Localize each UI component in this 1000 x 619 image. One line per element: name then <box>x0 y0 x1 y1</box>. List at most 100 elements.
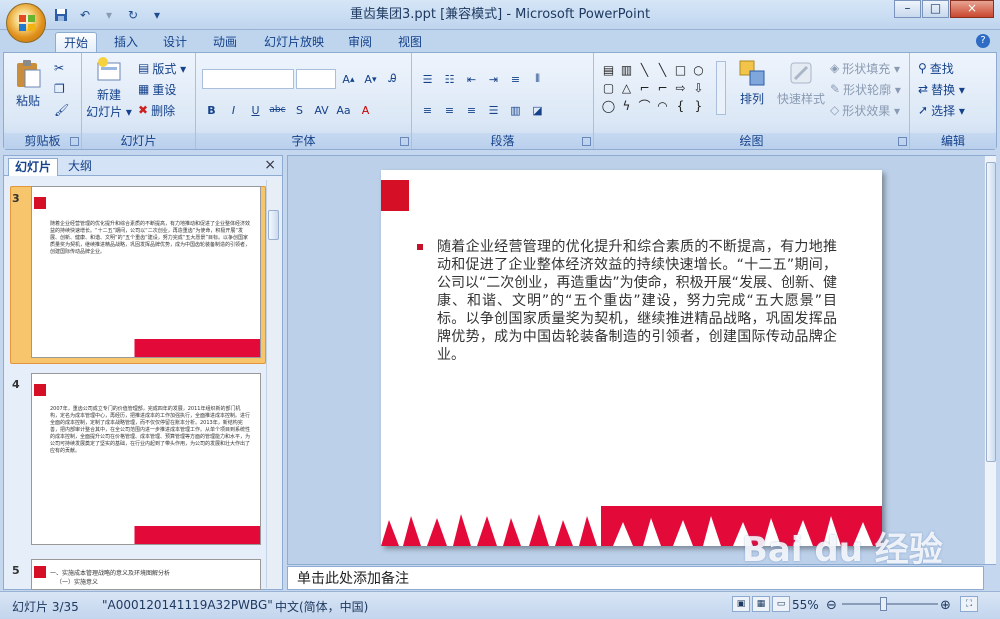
slide-thumbnail[interactable]: 随着企业经营管理的优化提升和综合素质的不断提高，有力地推动和促进了企业整体经济效… <box>31 186 261 358</box>
find-button[interactable]: ⚲ 查找 <box>918 59 954 77</box>
numbering-icon[interactable]: ☷ <box>440 70 459 89</box>
grow-font-icon[interactable]: A ▴ <box>339 70 358 89</box>
font-size-box[interactable] <box>296 69 336 89</box>
shapes-scroll[interactable] <box>716 61 726 115</box>
save-icon[interactable] <box>52 6 70 24</box>
slide-body-text[interactable]: 随着企业经营管理的优化提升和综合素质的不断提高，有力地推动和促进了企业整体经济效… <box>437 238 837 364</box>
arrange-button[interactable]: 排列 <box>732 59 772 107</box>
lightning-shape-icon[interactable]: ϟ <box>619 98 634 113</box>
scroll-thumb[interactable] <box>268 210 279 240</box>
redo-icon[interactable]: ↻ <box>124 6 142 24</box>
right-arrow-shape-icon[interactable]: ⇨ <box>673 80 688 95</box>
shadow-icon[interactable]: S <box>290 101 309 120</box>
shapes-gallery[interactable]: ▤ ▥ ╲ ╲ □ ○ ▢ △ ⌐ ⌐ ⇨ ⇩ ◯ ϟ ⌒ ◠ { } <box>601 62 709 114</box>
normal-view-icon[interactable]: ▣ <box>732 596 750 612</box>
smartart-icon[interactable]: ◪ <box>528 101 547 120</box>
tab-insert[interactable]: 插入 <box>106 32 146 52</box>
fit-to-window-icon[interactable]: ⛶ <box>960 596 978 612</box>
increase-indent-icon[interactable]: ⇥ <box>484 70 503 89</box>
help-icon[interactable]: ? <box>976 34 990 48</box>
line-spacing-icon[interactable]: ≡ <box>506 70 525 89</box>
cut-button[interactable]: ✂ <box>54 59 64 77</box>
shape-effects-button[interactable]: ◇ 形状效果 ▾ <box>830 101 900 119</box>
close-button[interactable]: × <box>950 0 994 18</box>
quick-styles-button[interactable]: 快速样式 <box>774 59 828 107</box>
font-color-icon[interactable]: A <box>356 101 375 120</box>
oval2-shape-icon[interactable]: ◯ <box>601 98 616 113</box>
font-name-box[interactable] <box>202 69 294 89</box>
align-center-icon[interactable]: ≡ <box>440 101 459 120</box>
slide-thumbnail[interactable]: 一、实施成本管理战略的意义及环境图解分析 （一）实施意义 <box>31 559 261 590</box>
clear-format-icon[interactable]: Ꭿ <box>383 70 402 89</box>
line-shape-icon[interactable]: ╲ <box>637 62 652 77</box>
zoom-slider-thumb[interactable] <box>880 597 887 611</box>
paste-button[interactable]: 粘贴 <box>10 59 46 109</box>
text-direction-icon[interactable]: ⫴ <box>528 70 547 89</box>
elbow2-shape-icon[interactable]: ⌐ <box>655 80 670 95</box>
undo-icon[interactable]: ↶ <box>76 6 94 24</box>
bullets-icon[interactable]: ☰ <box>418 70 437 89</box>
minimize-button[interactable]: – <box>894 0 921 18</box>
decrease-indent-icon[interactable]: ⇤ <box>462 70 481 89</box>
redo-icon[interactable]: ▾ <box>100 6 118 24</box>
triangle-shape-icon[interactable]: △ <box>619 80 634 95</box>
slide-thumbnail[interactable]: 2007年，重齿公司成立专门的价值管理部，完成四年的发展，2011年组织新的部门… <box>31 373 261 545</box>
replace-button[interactable]: ⇄ 替换 ▾ <box>918 80 965 98</box>
align-left-icon[interactable]: ≡ <box>418 101 437 120</box>
scroll-thumb[interactable] <box>986 162 996 462</box>
shape-outline-button[interactable]: ✎ 形状轮廓 ▾ <box>830 80 901 98</box>
tab-design[interactable]: 设计 <box>155 32 195 52</box>
reset-button[interactable]: ▦ 重设 <box>138 80 176 98</box>
pane-scrollbar[interactable] <box>266 180 279 588</box>
change-case-icon[interactable]: Aa <box>334 101 353 120</box>
textbox-shape-icon[interactable]: ▤ <box>601 62 616 77</box>
justify-icon[interactable]: ☰ <box>484 101 503 120</box>
char-spacing-icon[interactable]: AV <box>312 101 331 120</box>
select-button[interactable]: ➚ 选择 ▾ <box>918 101 965 119</box>
zoom-out-icon[interactable]: ⊖ <box>826 598 837 613</box>
tab-slides[interactable]: 幻灯片 <box>8 158 59 176</box>
shrink-font-icon[interactable]: A ▾ <box>361 70 380 89</box>
tab-view[interactable]: 视图 <box>390 32 430 52</box>
layout-button[interactable]: ▤ 版式 ▾ <box>138 59 186 77</box>
shape-fill-button[interactable]: ◈ 形状填充 ▾ <box>830 59 900 77</box>
delete-button[interactable]: ✖ 删除 <box>138 101 175 119</box>
underline-icon[interactable]: U <box>246 101 265 120</box>
dialog-launcher-icon[interactable] <box>898 137 907 146</box>
dialog-launcher-icon[interactable] <box>582 137 591 146</box>
bold-icon[interactable]: B <box>202 101 221 120</box>
brace-left-shape-icon[interactable]: { <box>673 98 688 113</box>
italic-icon[interactable]: I <box>224 101 243 120</box>
slideshow-view-icon[interactable]: ▭ <box>772 596 790 612</box>
arc-shape-icon[interactable]: ◠ <box>655 98 670 113</box>
vtextbox-shape-icon[interactable]: ▥ <box>619 62 634 77</box>
zoom-slider[interactable] <box>842 603 938 605</box>
rounded-rect-shape-icon[interactable]: ▢ <box>601 80 616 95</box>
elbow-shape-icon[interactable]: ⌐ <box>637 80 652 95</box>
dialog-launcher-icon[interactable] <box>70 137 79 146</box>
tab-animations[interactable]: 动画 <box>205 32 245 52</box>
copy-button[interactable]: ❐ <box>54 80 65 98</box>
brace-right-shape-icon[interactable]: } <box>691 98 706 113</box>
tab-review[interactable]: 审阅 <box>340 32 380 52</box>
new-slide-button[interactable]: 新建 幻灯片 ▾ <box>86 57 132 120</box>
curve-shape-icon[interactable]: ⌒ <box>637 98 652 113</box>
language-indicator[interactable]: 中文(简体，中国) <box>275 598 368 615</box>
strikethrough-icon[interactable]: abc <box>268 101 287 120</box>
zoom-in-icon[interactable]: ⊕ <box>940 598 951 613</box>
maximize-button[interactable]: □ <box>922 0 949 18</box>
columns-icon[interactable]: ▥ <box>506 101 525 120</box>
down-arrow-shape-icon[interactable]: ⇩ <box>691 80 706 95</box>
line2-shape-icon[interactable]: ╲ <box>655 62 670 77</box>
slide-scrollbar[interactable] <box>984 156 996 564</box>
align-right-icon[interactable]: ≡ <box>462 101 481 120</box>
tab-outline[interactable]: 大纲 <box>62 158 98 176</box>
format-painter-button[interactable]: 🖌 <box>54 101 69 119</box>
zoom-level[interactable]: 55% <box>792 598 819 612</box>
slide-canvas[interactable]: 随着企业经营管理的优化提升和综合素质的不断提高，有力地推动和促进了企业整体经济效… <box>381 170 882 546</box>
office-button[interactable] <box>6 3 46 43</box>
slide-sorter-icon[interactable]: ▦ <box>752 596 770 612</box>
customize-qat-icon[interactable]: ▾ <box>148 6 166 24</box>
oval-shape-icon[interactable]: ○ <box>691 62 706 77</box>
rect-shape-icon[interactable]: □ <box>673 62 688 77</box>
